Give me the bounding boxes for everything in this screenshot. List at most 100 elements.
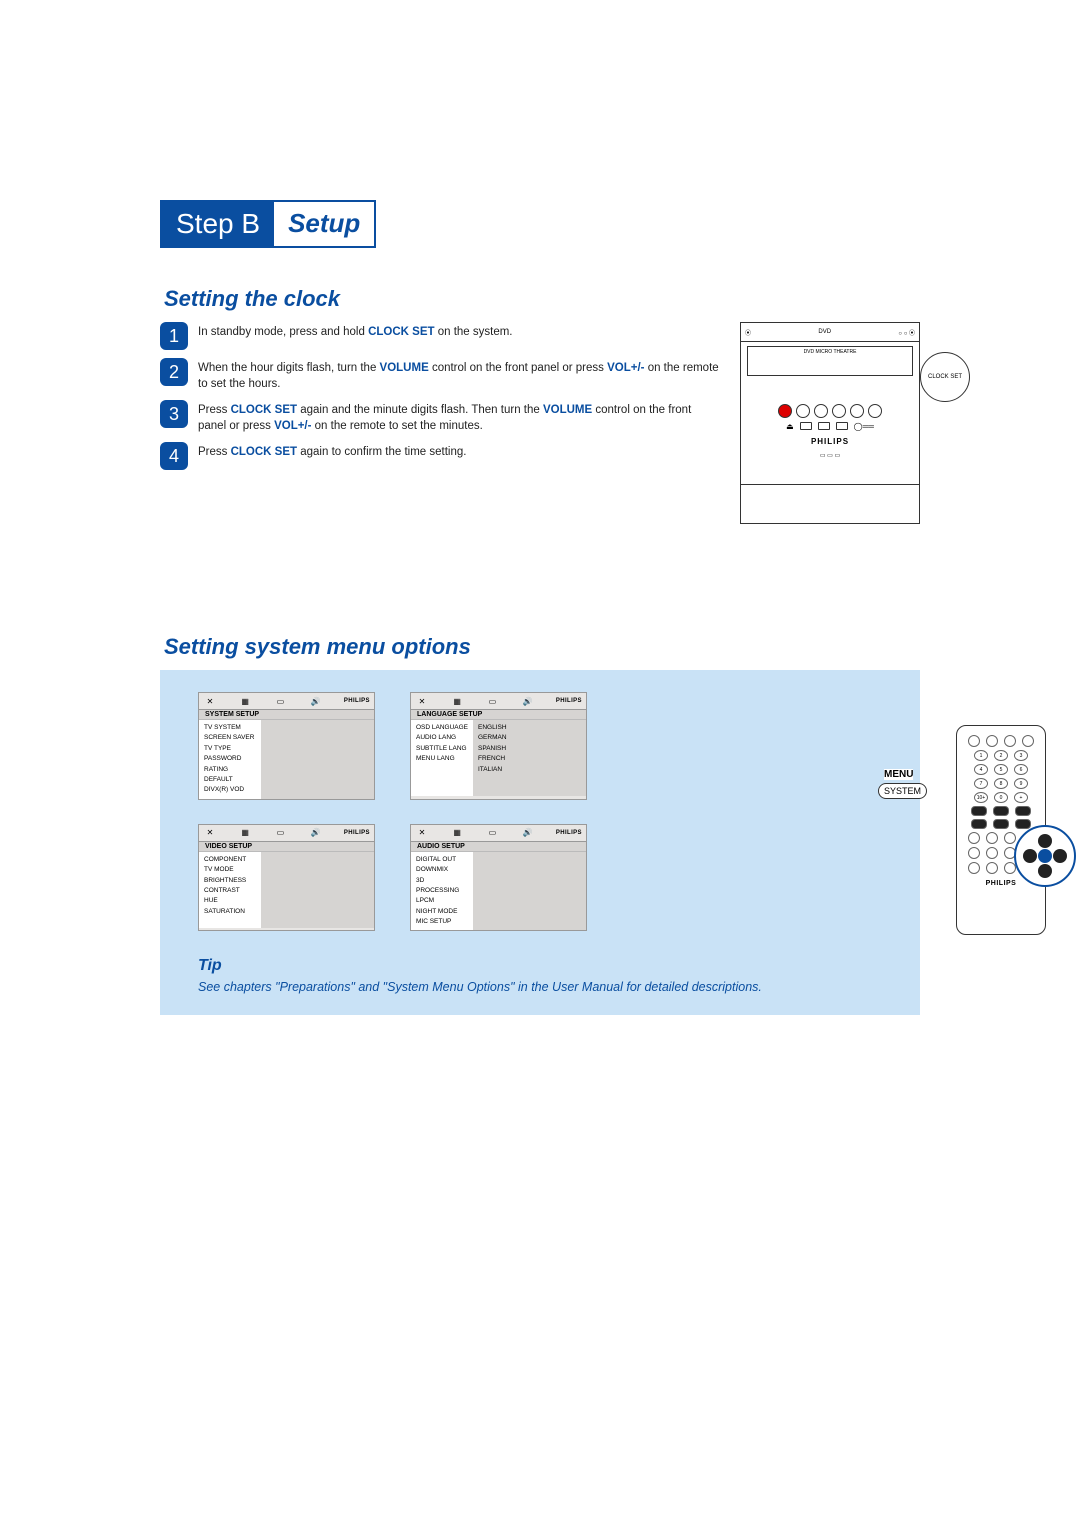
video-icon: ▭ bbox=[273, 828, 287, 837]
remote-pill bbox=[1015, 806, 1031, 816]
arrow-down-icon bbox=[1038, 864, 1052, 878]
nav-pad-icon bbox=[1023, 834, 1067, 878]
audio-icon: 🔊 bbox=[521, 697, 535, 706]
remote-button bbox=[986, 832, 998, 844]
clock-row: 1 In standby mode, press and hold CLOCK … bbox=[160, 322, 920, 524]
osd-body: DIGITAL OUT DOWNMIX 3D PROCESSING LPCM N… bbox=[411, 852, 586, 931]
wrench-icon: ✕ bbox=[203, 828, 217, 837]
remote-pill bbox=[971, 806, 987, 816]
remote-top-row bbox=[963, 735, 1039, 747]
remote-num: 8 bbox=[994, 778, 1008, 789]
arrow-left-icon bbox=[1023, 849, 1037, 863]
remote-num: + bbox=[1014, 792, 1028, 803]
dial-icon bbox=[868, 404, 882, 418]
osd-right-col: ENGLISH GERMAN SPANISH FRENCH ITALIAN bbox=[473, 720, 586, 796]
clockset-callout: CLOCK SET bbox=[920, 352, 970, 402]
tip-title: Tip bbox=[198, 957, 902, 975]
nav-callout-circle bbox=[1014, 825, 1076, 887]
remote-pill bbox=[1015, 819, 1031, 829]
language-icon: ▦ bbox=[450, 697, 464, 706]
remote-num: 2 bbox=[994, 750, 1008, 761]
remote-num: 1 bbox=[974, 750, 988, 761]
osd-right-col bbox=[473, 852, 586, 931]
osd-left-col: TV SYSTEM SCREEN SAVER TV TYPE PASSWORD … bbox=[199, 720, 261, 799]
device-body: ⦿ DVD ○ ○ ⦿ DVD MICRO THEATRE ⏏ bbox=[740, 322, 920, 524]
menu-blue-box: ✕ ▦ ▭ 🔊 PHILIPS SYSTEM SETUP TV SYSTEM S… bbox=[160, 670, 920, 1015]
osd-tab-bar: ✕ ▦ ▭ 🔊 PHILIPS bbox=[199, 693, 374, 710]
device-disc-slot bbox=[741, 484, 919, 523]
remote-num: 5 bbox=[994, 764, 1008, 775]
tip-text: See chapters "Preparations" and "System … bbox=[198, 979, 902, 997]
menu-section: Setting system menu options ✕ ▦ ▭ 🔊 PHIL… bbox=[160, 634, 920, 1015]
dial-icon bbox=[814, 404, 828, 418]
step-b-header: Step B Setup bbox=[160, 200, 376, 248]
remote-num: 7 bbox=[974, 778, 988, 789]
remote-button bbox=[986, 735, 998, 747]
ok-button-icon bbox=[1038, 849, 1052, 863]
osd-right-col bbox=[261, 852, 374, 928]
dial-red-icon bbox=[778, 404, 792, 418]
wrench-icon: ✕ bbox=[415, 828, 429, 837]
clock-steps: 1 In standby mode, press and hold CLOCK … bbox=[160, 322, 722, 478]
osd-tab-bar: ✕ ▦ ▭ 🔊 PHILIPS bbox=[411, 693, 586, 710]
osd-video-setup: ✕ ▦ ▭ 🔊 PHILIPS VIDEO SETUP COMPONENT TV… bbox=[198, 824, 375, 932]
audio-icon: 🔊 bbox=[521, 828, 535, 837]
remote-num: 0 bbox=[994, 792, 1008, 803]
device-controls-row1 bbox=[747, 404, 913, 418]
osd-title: SYSTEM SETUP bbox=[199, 710, 374, 720]
step-2: 2 When the hour digits flash, turn the V… bbox=[160, 358, 722, 392]
osd-left-col: DIGITAL OUT DOWNMIX 3D PROCESSING LPCM N… bbox=[411, 852, 473, 931]
dial-icon bbox=[832, 404, 846, 418]
step-badge: 3 bbox=[160, 400, 188, 428]
osd-left-col: OSD LANGUAGE AUDIO LANG SUBTITLE LANG ME… bbox=[411, 720, 473, 796]
step-text: Press CLOCK SET again and the minute dig… bbox=[198, 400, 722, 434]
switch-icon bbox=[800, 422, 812, 430]
manual-page: Step B Setup Setting the clock 1 In stan… bbox=[0, 0, 1080, 1265]
menu-section-title: Setting system menu options bbox=[164, 634, 920, 660]
step-text: In standby mode, press and hold CLOCK SE… bbox=[198, 322, 513, 340]
audio-icon: 🔊 bbox=[309, 828, 323, 837]
osd-language-setup: ✕ ▦ ▭ 🔊 PHILIPS LANGUAGE SETUP OSD LANGU… bbox=[410, 692, 587, 800]
device-controls-row2: ⏏ ◯══ bbox=[747, 422, 913, 431]
osd-body: TV SYSTEM SCREEN SAVER TV TYPE PASSWORD … bbox=[199, 720, 374, 799]
osd-body: OSD LANGUAGE AUDIO LANG SUBTITLE LANG ME… bbox=[411, 720, 586, 796]
remote-num: 3 bbox=[1014, 750, 1028, 761]
audio-icon: 🔊 bbox=[309, 697, 323, 706]
step-badge: 1 bbox=[160, 322, 188, 350]
osd-left-col: COMPONENT TV MODE BRIGHTNESS CONTRAST HU… bbox=[199, 852, 261, 928]
tip-block: Tip See chapters "Preparations" and "Sys… bbox=[198, 957, 902, 997]
device-brand: PHILIPS bbox=[741, 437, 919, 446]
osd-title: LANGUAGE SETUP bbox=[411, 710, 586, 720]
step-4: 4 Press CLOCK SET again to confirm the t… bbox=[160, 442, 722, 470]
device-top-bar: ⦿ DVD ○ ○ ⦿ bbox=[741, 323, 919, 342]
remote-button bbox=[968, 832, 980, 844]
wrench-icon: ✕ bbox=[415, 697, 429, 706]
dial-icon bbox=[796, 404, 810, 418]
device-illustration: ⦿ DVD ○ ○ ⦿ DVD MICRO THEATRE ⏏ bbox=[740, 322, 920, 524]
step-label: Step B bbox=[162, 202, 274, 246]
remote-pill bbox=[971, 819, 987, 829]
switch-icon bbox=[818, 422, 830, 430]
language-icon: ▦ bbox=[238, 697, 252, 706]
remote-button bbox=[986, 847, 998, 859]
remote-num: 4 bbox=[974, 764, 988, 775]
dial-icon bbox=[850, 404, 864, 418]
wrench-icon: ✕ bbox=[203, 697, 217, 706]
video-icon: ▭ bbox=[485, 828, 499, 837]
step-3: 3 Press CLOCK SET again and the minute d… bbox=[160, 400, 722, 434]
video-icon: ▭ bbox=[273, 697, 287, 706]
step-text: Press CLOCK SET again to confirm the tim… bbox=[198, 442, 466, 460]
language-icon: ▦ bbox=[238, 828, 252, 837]
osd-grid: ✕ ▦ ▭ 🔊 PHILIPS SYSTEM SETUP TV SYSTEM S… bbox=[198, 692, 598, 931]
step-sub: Setup bbox=[274, 202, 374, 246]
arrow-up-icon bbox=[1038, 834, 1052, 848]
arrow-right-icon bbox=[1053, 849, 1067, 863]
menu-callout: MENU bbox=[884, 769, 913, 780]
remote-button bbox=[1004, 832, 1016, 844]
osd-body: COMPONENT TV MODE BRIGHTNESS CONTRAST HU… bbox=[199, 852, 374, 928]
device-screen: DVD MICRO THEATRE bbox=[747, 346, 913, 376]
remote-num: 10+ bbox=[974, 792, 988, 803]
remote-pill bbox=[993, 806, 1009, 816]
osd-system-setup: ✕ ▦ ▭ 🔊 PHILIPS SYSTEM SETUP TV SYSTEM S… bbox=[198, 692, 375, 800]
remote-button bbox=[1022, 735, 1034, 747]
